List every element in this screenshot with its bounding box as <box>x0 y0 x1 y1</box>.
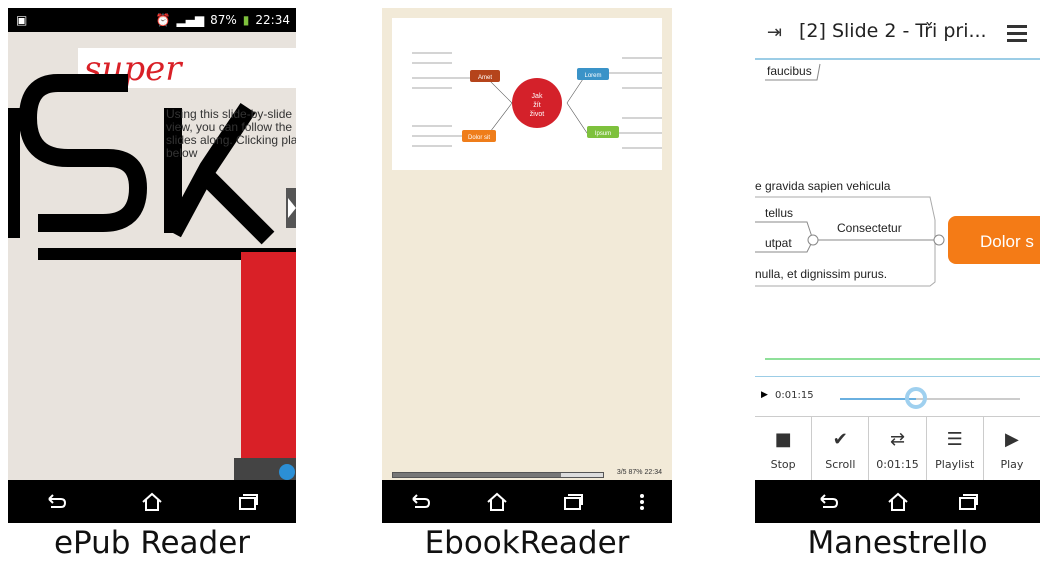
recents-icon[interactable] <box>237 493 259 511</box>
recents-icon[interactable] <box>562 493 584 511</box>
recents-icon[interactable] <box>957 493 979 511</box>
svg-text:Jak: Jak <box>532 93 543 100</box>
manestrello-screen: ⇥ [2] Slide 2 - Tři pri... faucibus e gr… <box>755 8 1040 523</box>
playback-controls: ▶ 0:01:15 ■ Stop ✔ Scroll ⇄ 0:01:15 ☰ Playli… <box>755 368 1040 481</box>
back-icon[interactable] <box>817 493 839 510</box>
gallery-icon: ▣ <box>16 13 28 27</box>
map-node-nulla: nulla, et dignissim purus. <box>755 267 887 281</box>
back-icon[interactable] <box>45 493 67 510</box>
seek-knob[interactable] <box>904 387 927 409</box>
overlapping-slide-text: Using this slide-by-slide view, you can … <box>166 107 296 160</box>
caption-manestrello: Manestrello <box>807 525 988 561</box>
small-play-icon[interactable]: ▶ <box>761 390 768 400</box>
epub-reader-screen: ▣ ⏰ ▂▄▆ 87% ▮ 22:34 super Using this sli… <box>8 8 296 523</box>
menu-icon[interactable] <box>1007 24 1029 42</box>
map-node-consectetur: Consectetur <box>837 221 902 235</box>
playlist-icon: ☰ <box>946 429 963 450</box>
play-circle-icon <box>279 464 295 480</box>
home-icon[interactable] <box>486 492 508 512</box>
map-node-faucibus: faucibus <box>767 64 812 78</box>
swap-icon: ⇄ <box>889 429 906 450</box>
mindmap-thumbnail[interactable]: Jak žít život Amet Lorem Dolor sit Ipsum <box>392 18 662 170</box>
home-icon[interactable] <box>141 492 163 512</box>
seek-bar[interactable] <box>840 398 1020 400</box>
caption-ebookreader: EbookReader <box>424 525 630 561</box>
scroll-button[interactable]: ✔ Scroll <box>812 417 870 481</box>
stop-icon: ■ <box>774 429 792 450</box>
back-icon[interactable] <box>409 493 431 510</box>
check-icon: ✔ <box>832 429 848 450</box>
map-node-dolor-label: Dolor s <box>980 232 1034 251</box>
android-nav-bar <box>755 480 1040 523</box>
progress-status-text: 3/5 87% 22:34 <box>616 469 662 476</box>
node-dolor-label: Dolor sit <box>468 135 490 141</box>
caption-epub: ePub Reader <box>53 525 251 561</box>
home-icon[interactable] <box>887 492 909 512</box>
exit-icon[interactable]: ⇥ <box>767 22 782 43</box>
map-node-utpat: utpat <box>765 236 792 250</box>
svg-text:žít: žít <box>533 102 540 109</box>
svg-text:život: život <box>530 111 544 118</box>
node-amet-label: Amet <box>478 75 492 81</box>
status-bar: ▣ ⏰ ▂▄▆ 87% ▮ 22:34 <box>8 8 296 32</box>
control-buttons-row: ■ Stop ✔ Scroll ⇄ 0:01:15 ☰ Playlist ▶ Play <box>755 416 1040 481</box>
stop-button[interactable]: ■ Stop <box>755 417 813 481</box>
battery-icon: ▮ <box>242 13 250 27</box>
play-icon: ▶ <box>1004 429 1019 450</box>
alarm-icon: ⏰ <box>155 13 171 27</box>
slide-title: [2] Slide 2 - Tři pri... <box>799 20 987 42</box>
time-button[interactable]: ⇄ 0:01:15 <box>869 417 927 481</box>
title-bar: ⇥ [2] Slide 2 - Tři pri... <box>755 8 1040 60</box>
progress-bar <box>392 472 604 478</box>
overflow-menu-icon[interactable] <box>639 493 645 511</box>
node-lorem-label: Lorem <box>584 73 601 79</box>
map-node-gravida: e gravida sapien vehicula <box>755 179 891 193</box>
play-button[interactable]: ▶ Play <box>984 417 1040 481</box>
mindmap-view[interactable]: faucibus e gravida sapien vehicula tellu… <box>755 60 1040 360</box>
playlist-button[interactable]: ☰ Playlist <box>927 417 984 481</box>
node-ipsum-label: Ipsum <box>595 131 611 137</box>
red-panel <box>241 252 296 462</box>
android-nav-bar <box>382 480 672 523</box>
reading-progress: 3/5 87% 22:34 <box>392 469 662 479</box>
map-node-tellus: tellus <box>765 206 793 220</box>
ebookreader-screen: Jak žít život Amet Lorem Dolor sit Ipsum… <box>382 8 672 523</box>
signal-icon: ▂▄▆ <box>176 13 205 27</box>
elapsed-time: 0:01:15 <box>775 390 814 401</box>
battery-level: 87% <box>210 13 237 27</box>
clock: 22:34 <box>255 13 290 27</box>
android-nav-bar <box>8 480 296 523</box>
